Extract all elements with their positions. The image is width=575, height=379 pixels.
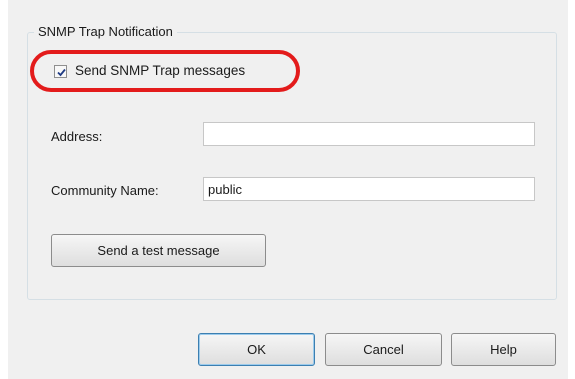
community-name-input[interactable] [203,177,535,201]
checkmark-icon [57,68,66,77]
send-test-message-button[interactable]: Send a test message [51,234,266,267]
cancel-button[interactable]: Cancel [325,333,442,366]
groupbox-title: SNMP Trap Notification [34,23,177,41]
address-label: Address: [51,129,103,144]
community-name-label: Community Name: [51,183,159,198]
address-input[interactable] [203,122,535,146]
send-snmp-trap-label[interactable]: Send SNMP Trap messages [75,62,245,80]
help-button[interactable]: Help [451,333,556,366]
ok-button[interactable]: OK [198,333,315,366]
send-snmp-trap-checkbox[interactable] [54,65,67,78]
